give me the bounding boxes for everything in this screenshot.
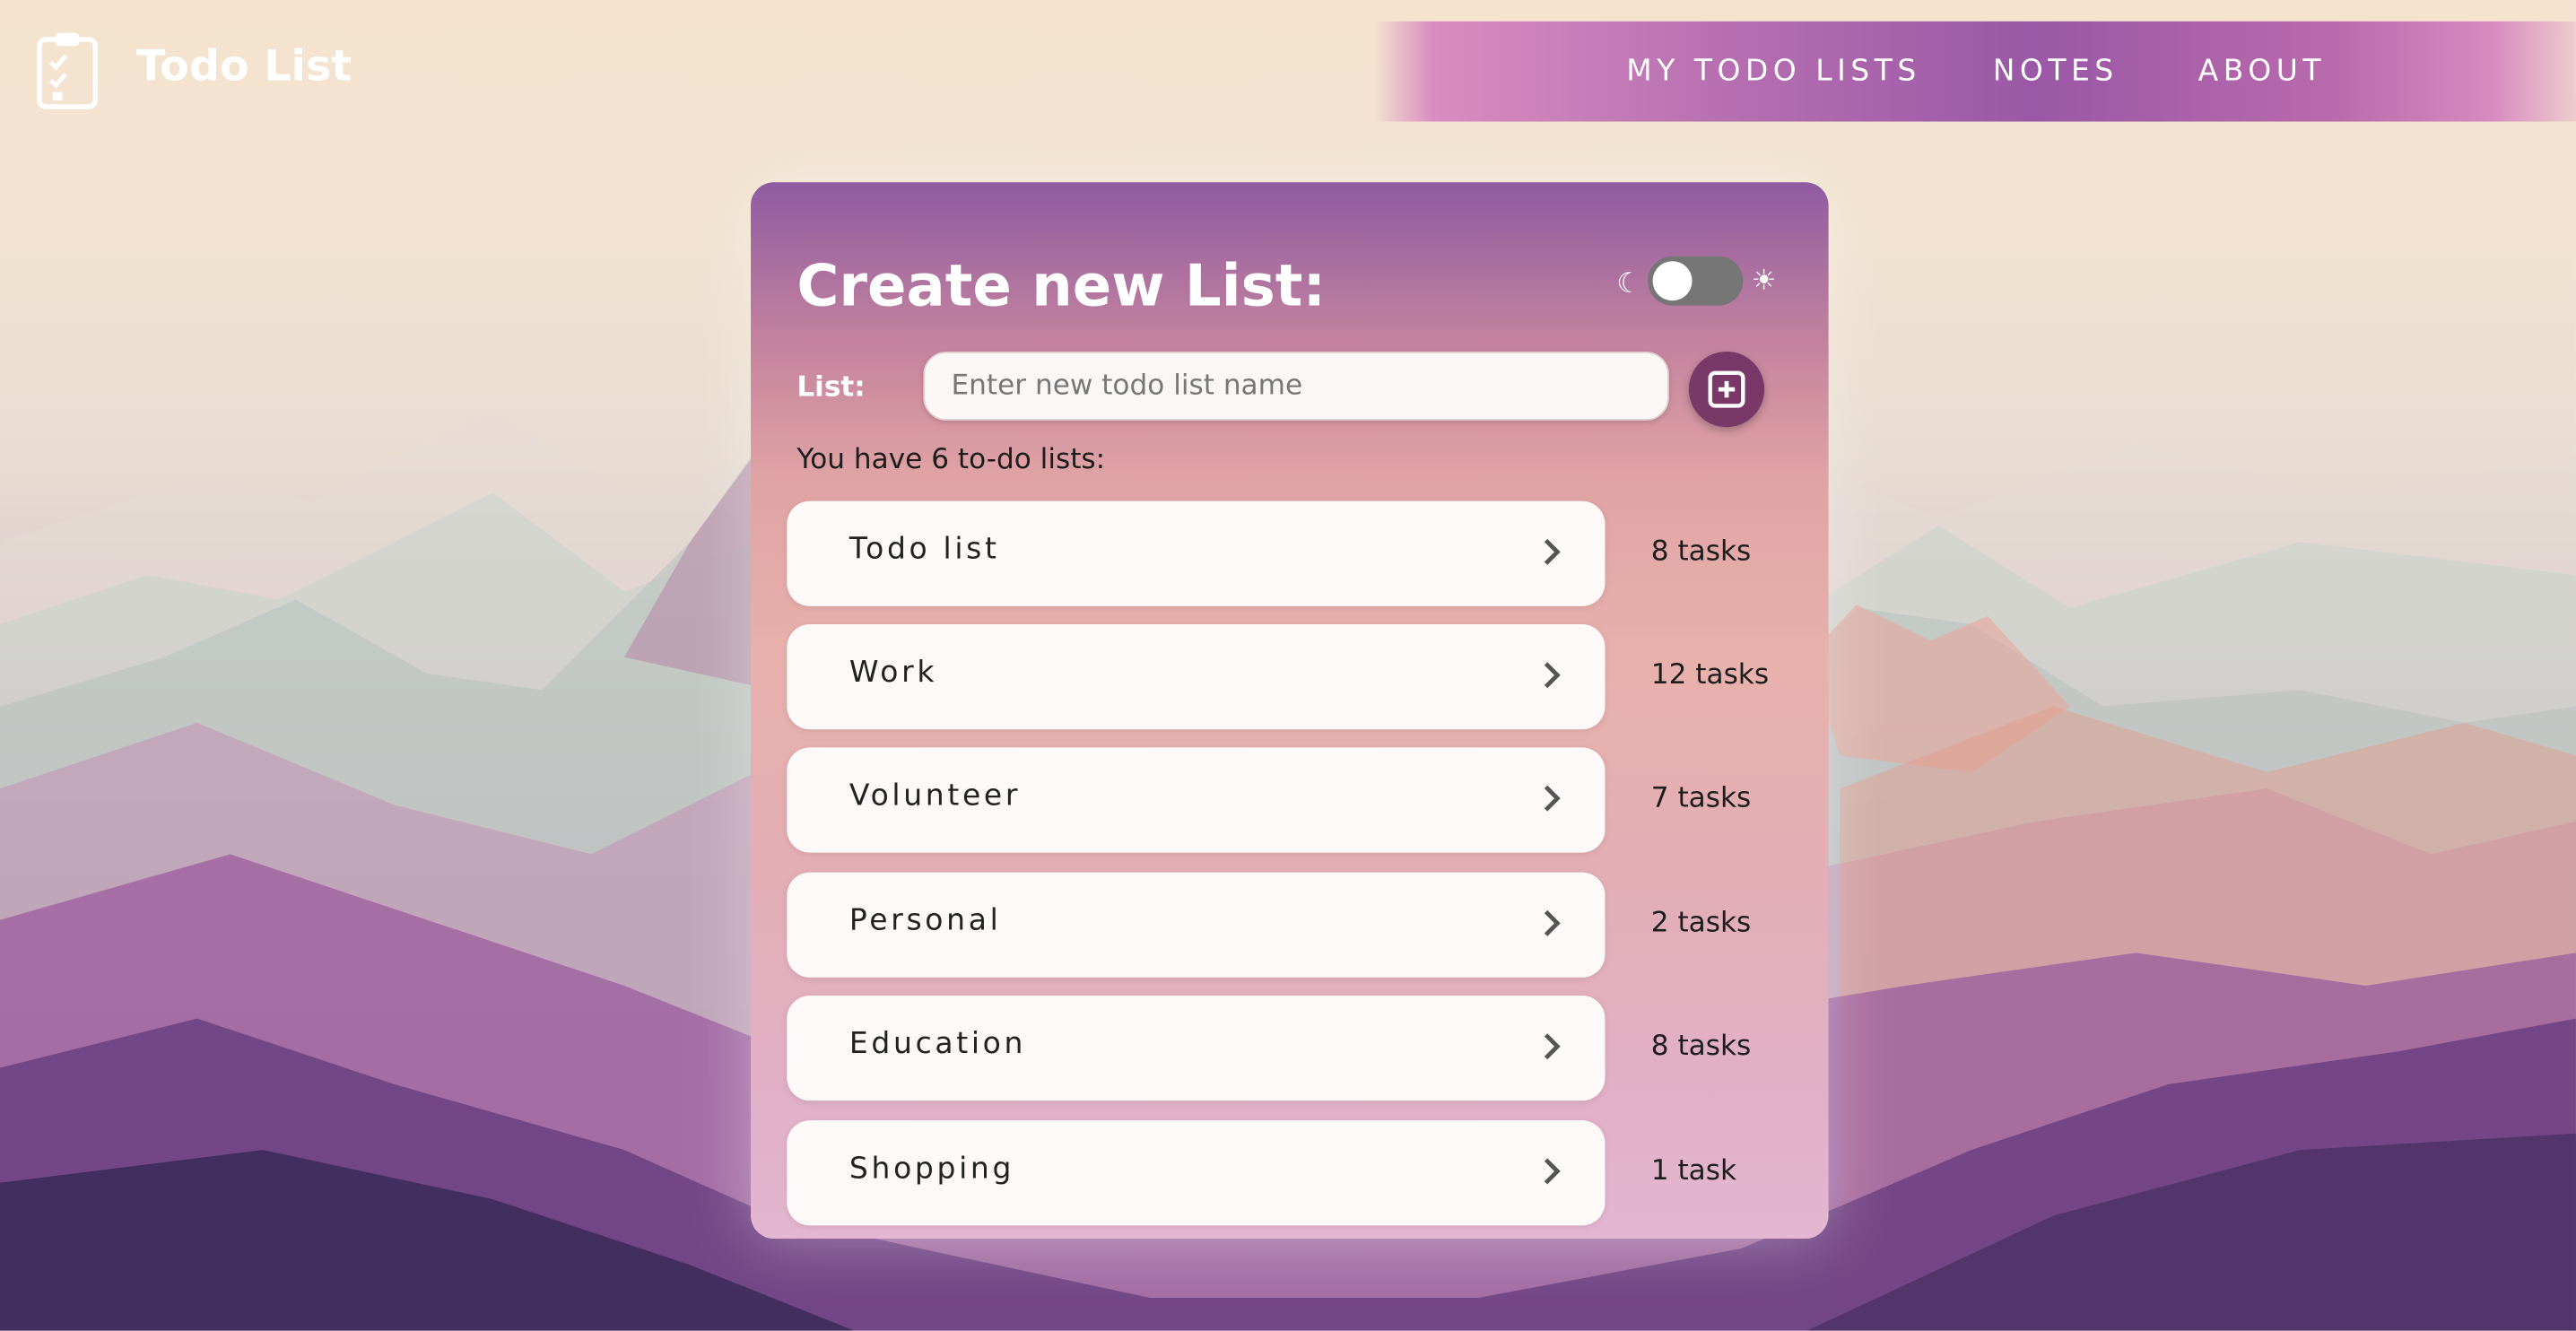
toggle-knob <box>1652 261 1693 301</box>
card-title: Create new List: <box>796 254 1327 321</box>
list-item-shopping[interactable]: Shopping <box>787 1120 1606 1226</box>
list-item-work[interactable]: Work <box>787 624 1606 730</box>
add-list-button[interactable] <box>1688 351 1765 428</box>
create-list-card: Create new List: ☾ ☀ List: You have 6 to… <box>751 182 1829 1240</box>
list-label: List: <box>796 370 866 405</box>
list-item-volunteer[interactable]: Volunteer <box>787 747 1606 853</box>
list-item-label: Personal <box>849 903 1002 938</box>
list-item-label: Volunteer <box>849 779 1022 813</box>
list-count-text: You have 6 to-do lists: <box>796 443 1106 477</box>
chevron-right-icon <box>1544 785 1561 812</box>
plus-square-icon <box>1708 370 1745 408</box>
moon-icon: ☾ <box>1616 267 1642 301</box>
list-item-label: Shopping <box>849 1151 1015 1187</box>
list-item-count: 7 tasks <box>1650 781 1752 815</box>
list-item-todo-list[interactable]: Todo list <box>787 500 1606 606</box>
app-title[interactable]: Todo List <box>136 43 352 92</box>
list-item-count: 8 tasks <box>1650 1030 1752 1064</box>
chevron-right-icon <box>1544 538 1561 565</box>
app-window: Todo List MY TODO LISTS NOTES ABOUT Crea… <box>0 0 2576 1331</box>
list-item-count: 12 tasks <box>1650 658 1770 692</box>
new-list-input[interactable] <box>923 351 1669 421</box>
list-item-count: 1 task <box>1650 1154 1737 1188</box>
chevron-right-icon <box>1544 662 1561 689</box>
list-item-label: Work <box>849 655 938 691</box>
sun-icon: ☀ <box>1751 264 1777 298</box>
list-item-count: 2 tasks <box>1650 907 1752 940</box>
theme-toggle[interactable] <box>1648 256 1744 306</box>
top-navigation <box>1373 21 2576 122</box>
chevron-right-icon <box>1544 1033 1561 1060</box>
nav-notes[interactable]: NOTES <box>1993 54 2119 88</box>
list-item-education[interactable]: Education <box>787 995 1606 1101</box>
list-item-label: Todo list <box>849 532 1000 567</box>
list-item-personal[interactable]: Personal <box>787 872 1606 978</box>
list-item-label: Education <box>849 1026 1027 1062</box>
nav-about[interactable]: ABOUT <box>2198 54 2326 88</box>
chevron-right-icon <box>1544 909 1561 936</box>
chevron-right-icon <box>1544 1158 1561 1185</box>
list-item-count: 8 tasks <box>1650 535 1752 569</box>
nav-my-todo-lists[interactable]: MY TODO LISTS <box>1626 54 1920 88</box>
clipboard-check-icon <box>37 32 98 109</box>
